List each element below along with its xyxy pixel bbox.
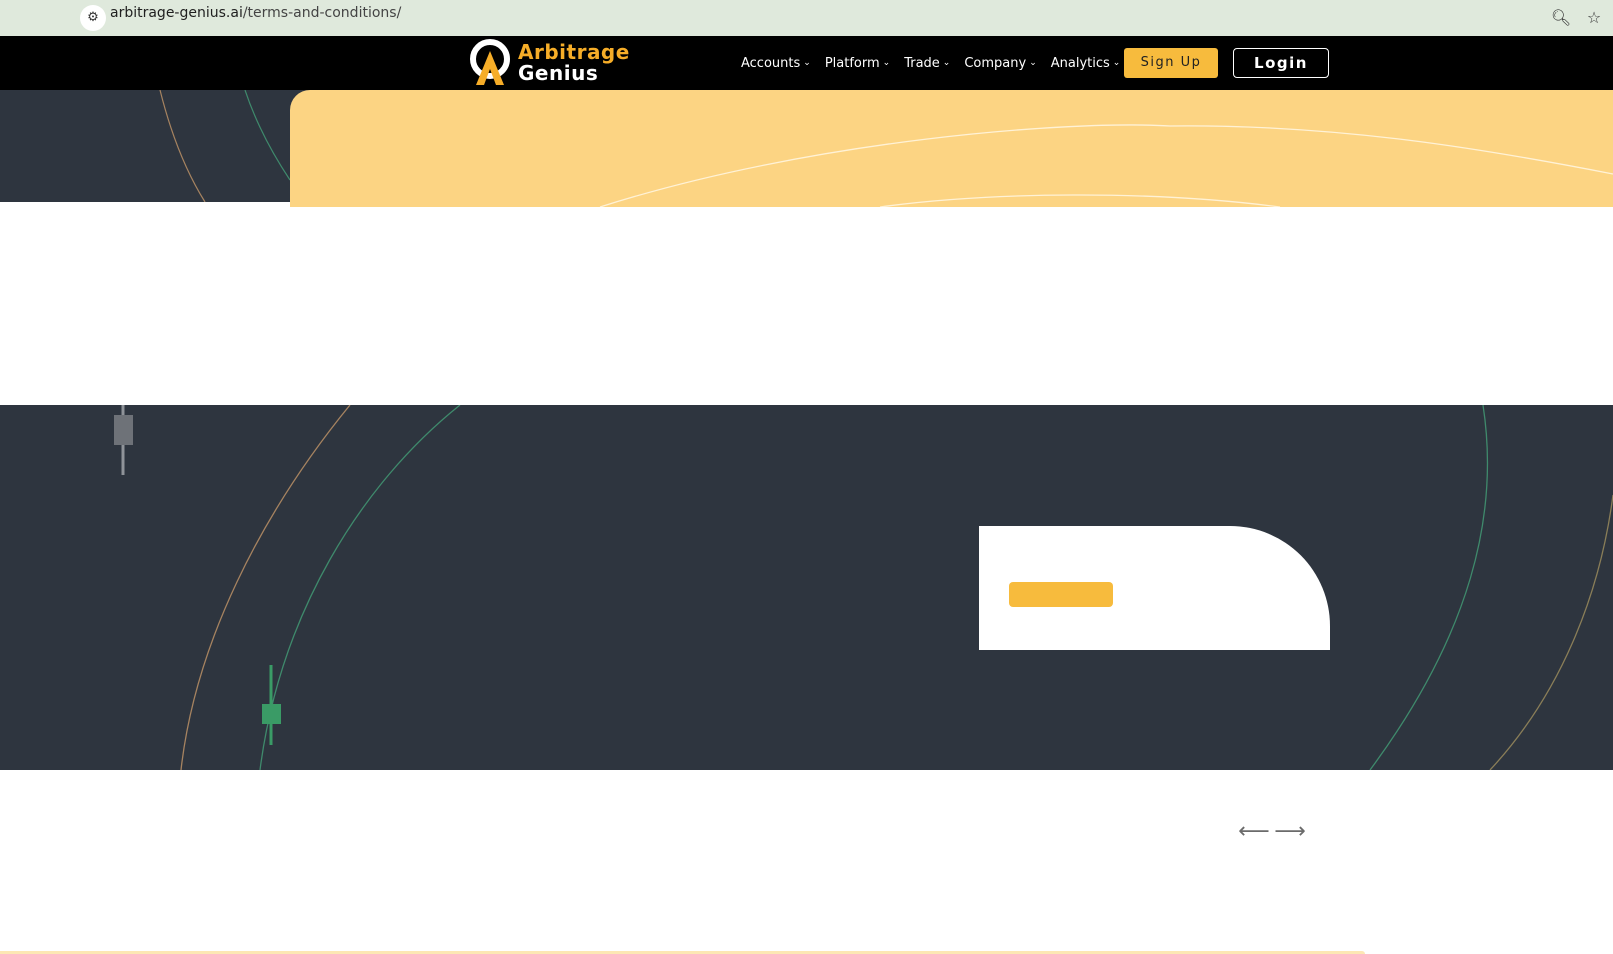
candlestick-green: [262, 665, 281, 745]
card-pill-button[interactable]: [1009, 582, 1113, 607]
dark-section-decor: [114, 405, 1613, 770]
site-info-icon[interactable]: ⚙: [80, 5, 106, 31]
url-text[interactable]: arbitrage-genius.ai/terms-and-conditions…: [110, 0, 401, 36]
candlestick-gray: [114, 405, 133, 475]
zoom-icon[interactable]: 🔍︎: [1548, 5, 1574, 31]
nav-analytics[interactable]: Analytics ⌄: [1051, 56, 1121, 71]
nav-trade-label: Trade: [904, 55, 940, 71]
nav-accounts[interactable]: Accounts ⌄: [741, 56, 811, 71]
arrow-right-icon[interactable]: ⟶: [1272, 819, 1308, 845]
chevron-down-icon: ⌄: [942, 58, 951, 68]
arrow-left-icon[interactable]: ⟵: [1236, 819, 1272, 845]
logo-text-genius: Genius: [518, 61, 599, 85]
hero-banner: [290, 90, 1613, 207]
nav-accounts-label: Accounts: [741, 55, 801, 71]
nav-company[interactable]: Company ⌄: [964, 56, 1036, 71]
logo-mark-icon: [470, 39, 510, 85]
hero-decorative-arcs: [159, 90, 290, 202]
nav-platform-label: Platform: [824, 55, 880, 71]
dark-section: [0, 405, 1613, 770]
chevron-down-icon: ⌄: [803, 58, 811, 68]
bookmark-star-icon[interactable]: ☆: [1581, 5, 1607, 31]
chevron-down-icon: ⌄: [1029, 58, 1037, 68]
chevron-down-icon: ⌄: [882, 58, 891, 68]
chevron-down-icon: ⌄: [1112, 58, 1121, 68]
main-nav: Accounts ⌄ Platform ⌄ Trade ⌄ Company ⌄ Anal…: [741, 36, 1134, 90]
nav-platform[interactable]: Platform ⌄: [825, 56, 890, 71]
sign-up-button[interactable]: Sign Up: [1124, 48, 1218, 78]
carousel-controls: ⟵ ⟶: [1236, 819, 1308, 845]
logo-text-arbitrage: Arbitrage: [518, 40, 630, 64]
login-button[interactable]: Login: [1233, 48, 1329, 78]
logo[interactable]: Arbitrage Genius: [470, 37, 629, 87]
nav-analytics-label: Analytics: [1050, 55, 1110, 71]
nav-company-label: Company: [964, 55, 1027, 71]
nav-trade[interactable]: Trade ⌄: [904, 56, 950, 71]
url-host: arbitrage-genius.ai: [110, 5, 243, 21]
hero-banner-arcs: [599, 124, 1613, 207]
url-path: /terms-and-conditions/: [242, 5, 402, 21]
